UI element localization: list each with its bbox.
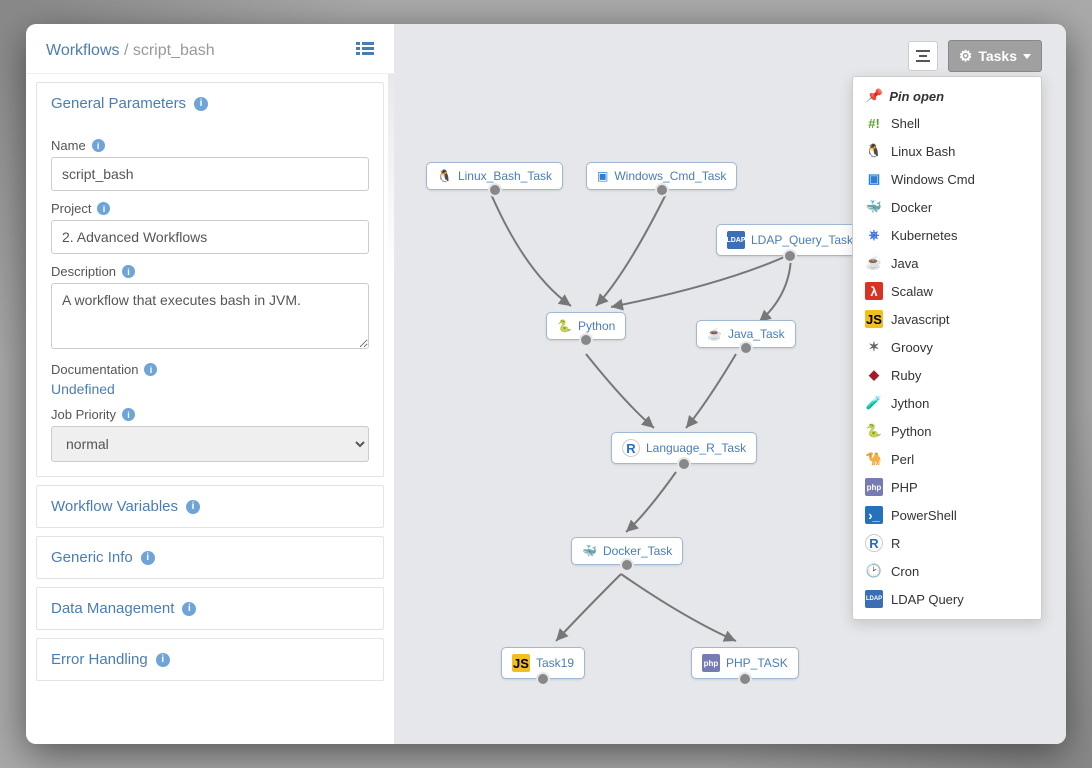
dropdown-item-php[interactable]: phpPHP [853,473,1041,501]
name-input[interactable] [51,157,369,191]
dropdown-item-label: Linux Bash [891,144,955,159]
tasks-button[interactable]: ⚙ Tasks [948,40,1042,72]
info-icon[interactable]: i [97,202,110,215]
node-java[interactable]: ☕Java_Task [696,320,796,348]
section-data-header[interactable]: Data Managementi [37,588,383,629]
dropdown-item-label: Ruby [891,368,921,383]
dropdown-item-label: Javascript [891,312,950,327]
dropdown-item-label: Jython [891,396,929,411]
dropdown-item-label: Windows Cmd [891,172,975,187]
info-icon: i [182,602,196,616]
dropdown-item-label: Shell [891,116,920,131]
dropdown-item-label: PowerShell [891,508,957,523]
project-input[interactable] [51,220,369,254]
dropdown-item-label: Java [891,256,918,271]
dropdown-item-cron[interactable]: 🕑Cron [853,557,1041,585]
node-ldap[interactable]: LDAPLDAP_Query_Task [716,224,864,256]
dropdown-item-ldap[interactable]: LDAPLDAP Query [853,585,1041,613]
dropdown-item-label: Cron [891,564,919,579]
windows-icon: ▣ [597,169,608,183]
ldap-icon: LDAP [727,231,745,249]
tux-icon: 🐧 [437,169,452,183]
python-icon: 🐍 [557,319,572,333]
dropdown-item-ruby[interactable]: ◆Ruby [853,361,1041,389]
section-error-header[interactable]: Error Handlingi [37,639,383,680]
project-label: Projecti [51,201,369,216]
align-button[interactable] [908,41,938,71]
accordion: General Parametersi Namei Projecti Descr… [26,74,394,744]
info-icon[interactable]: i [122,408,135,421]
section-variables-header[interactable]: Workflow Variablesi [37,486,383,527]
info-icon: i [141,551,155,565]
list-view-icon[interactable] [356,40,374,61]
info-icon[interactable]: i [122,265,135,278]
dropdown-item-groovy[interactable]: ✶Groovy [853,333,1041,361]
dropdown-item-hash[interactable]: #!Shell [853,109,1041,137]
dropdown-item-scala[interactable]: λScalaw [853,277,1041,305]
dropdown-item-r[interactable]: RR [853,529,1041,557]
node-docker[interactable]: 🐳Docker_Task [571,537,683,565]
priority-label: Job Priorityi [51,407,369,422]
pin-icon: 📌 [865,88,881,104]
breadcrumb-current: script_bash [133,42,215,59]
left-panel: Workflows / script_bash General Paramete… [26,24,396,744]
section-general: General Parametersi Namei Projecti Descr… [36,82,384,477]
dropdown-item-win[interactable]: ▣Windows Cmd [853,165,1041,193]
r-icon: R [622,439,640,457]
dropdown-item-jy[interactable]: 🧪Jython [853,389,1041,417]
description-input[interactable]: A workflow that executes bash in JVM. [51,283,369,349]
dropdown-item-label: Docker [891,200,932,215]
info-icon: i [194,97,208,111]
chevron-down-icon [1023,54,1031,59]
node-linux[interactable]: 🐧Linux_Bash_Task [426,162,563,190]
dropdown-item-label: Scalaw [891,284,933,299]
dropdown-item-label: Perl [891,452,914,467]
dropdown-item-label: LDAP Query [891,592,964,607]
priority-select[interactable]: normal [51,426,369,462]
info-icon[interactable]: i [92,139,105,152]
dropdown-pin[interactable]: 📌Pin open [853,83,1041,109]
js-icon: JS [512,654,530,672]
documentation-link[interactable]: Undefined [51,381,369,397]
dropdown-item-dock[interactable]: 🐳Docker [853,193,1041,221]
dropdown-item-java[interactable]: ☕Java [853,249,1041,277]
dropdown-item-label: Python [891,424,931,439]
name-label: Namei [51,138,369,153]
node-r[interactable]: RLanguage_R_Task [611,432,757,464]
section-general-header[interactable]: General Parametersi [37,83,383,124]
dropdown-item-py[interactable]: 🐍Python [853,417,1041,445]
description-label: Descriptioni [51,264,369,279]
section-info-header[interactable]: Generic Infoi [37,537,383,578]
node-php[interactable]: phpPHP_TASK [691,647,799,679]
dropdown-item-perl[interactable]: 🐪Perl [853,445,1041,473]
info-icon[interactable]: i [144,363,157,376]
dropdown-item-label: R [891,536,900,551]
gear-icon: ⚙ [959,47,972,65]
tasks-dropdown: 📌Pin open #!Shell🐧Linux Bash▣Windows Cmd… [852,76,1042,620]
dropdown-item-k8s[interactable]: ⎈Kubernetes [853,221,1041,249]
info-icon: i [186,500,200,514]
canvas-panel[interactable]: ⚙ Tasks 📌Pin open #!Shell🐧Linux Bash▣Win… [396,24,1066,744]
dropdown-item-label: Kubernetes [891,228,958,243]
node-windows[interactable]: ▣Windows_Cmd_Task [586,162,737,190]
node-python[interactable]: 🐍Python [546,312,626,340]
dropdown-item-label: Groovy [891,340,933,355]
app-window: Workflows / script_bash General Paramete… [26,24,1066,744]
dropdown-item-ps[interactable]: ›_PowerShell [853,501,1041,529]
docker-icon: 🐳 [582,544,597,558]
php-icon: php [702,654,720,672]
documentation-label: Documentationi [51,362,369,377]
info-icon: i [156,653,170,667]
breadcrumb: Workflows / script_bash [26,24,394,74]
java-icon: ☕ [707,327,722,341]
dropdown-item-js[interactable]: JSJavascript [853,305,1041,333]
dropdown-item-label: PHP [891,480,918,495]
scrollbar[interactable] [388,74,394,744]
node-js[interactable]: JSTask19 [501,647,585,679]
dropdown-item-tux[interactable]: 🐧Linux Bash [853,137,1041,165]
breadcrumb-root[interactable]: Workflows [46,42,120,59]
